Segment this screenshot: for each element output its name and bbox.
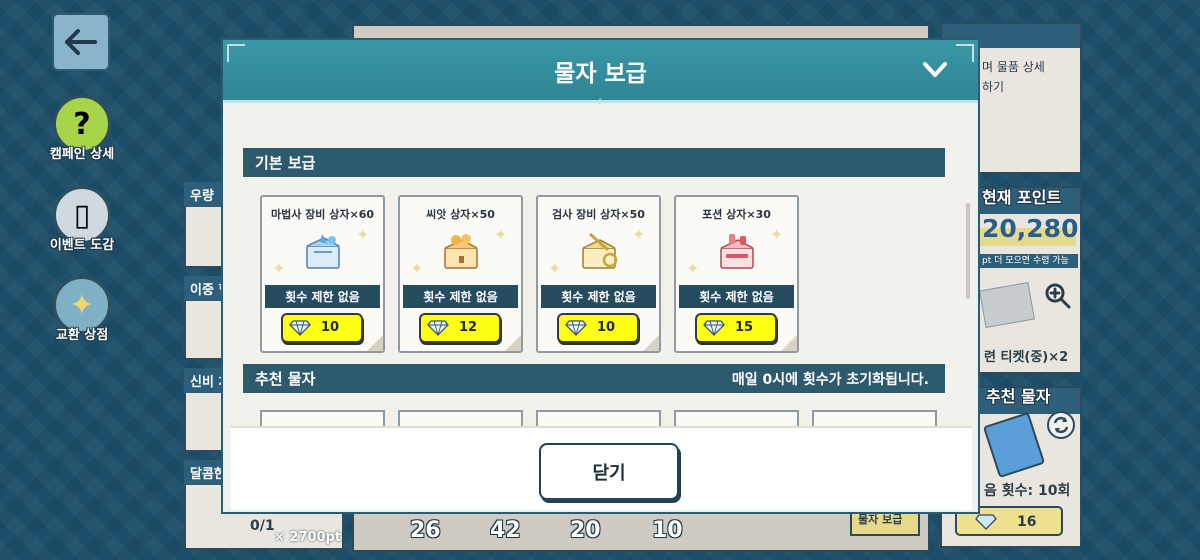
campaign-detail-label: 캠페인 상세 [49, 147, 115, 162]
sparkle-icon: ✦ [548, 259, 562, 278]
section-basic-supply: 기본 보급 [243, 148, 945, 177]
bg-card-2-tab: 이중 협 [184, 276, 224, 301]
recommended-item-card[interactable] [812, 410, 937, 426]
bg-count-3: 20 [570, 518, 601, 543]
bg-claim-count: 0/1 [250, 518, 275, 534]
item-name: 마법사 장비 상자×60 [270, 208, 375, 221]
exchange-shop-label: 교환 상점 [55, 328, 109, 343]
event-collection-label: 이벤트 도감 [49, 238, 115, 253]
supply-item-card[interactable]: 검사 장비 상자×50 ✦ ✦ 횟수 제한 없음 10 [536, 195, 661, 353]
modal-header: 물자 보급 ✦ [223, 40, 978, 109]
bg-card-3-tab: 신비 차 [184, 368, 224, 393]
zoom-in-icon[interactable] [1044, 282, 1072, 310]
bg-recommend-label: 추천 물자 [986, 387, 1051, 406]
bg-count-2: 42 [490, 518, 521, 543]
sparkle-icon: ✦ [272, 259, 286, 278]
section-recommended-supply: 추천 물자 매일 0시에 횟수가 초기화됩니다. [243, 364, 945, 393]
price-value: 15 [735, 320, 754, 335]
event-collection-button[interactable]: ▯ 이벤트 도감 [46, 186, 118, 253]
supply-modal: 물자 보급 ✦ 기본 보급 마법사 장비 상자×60 ✦ ✦ 횟수 제한 없음 [221, 38, 980, 514]
bg-points-note: pt 더 모으면 수령 가능 [978, 254, 1078, 268]
modal-content[interactable]: 기본 보급 마법사 장비 상자×60 ✦ ✦ 횟수 제한 없음 10 씨앗 상자… [231, 104, 968, 426]
diamond-icon [703, 320, 725, 336]
supply-item-card[interactable]: 마법사 장비 상자×60 ✦ ✦ 횟수 제한 없음 10 [260, 195, 385, 353]
price-value: 10 [321, 320, 340, 335]
item-name: 씨앗 상자×50 [426, 208, 495, 221]
card-fold [366, 334, 383, 351]
diamond-icon [565, 320, 587, 336]
recommended-item-card[interactable] [536, 410, 661, 426]
price-button[interactable]: 15 [695, 313, 777, 343]
price-value: 12 [459, 320, 478, 335]
section-basic-title: 기본 보급 [255, 154, 316, 172]
bg-item-detail-text-2: 하기 [982, 80, 1005, 94]
card-fold [780, 334, 797, 351]
close-button[interactable]: 닫기 [539, 443, 679, 500]
recommended-item-card[interactable] [398, 410, 523, 426]
recommended-item-card[interactable] [674, 410, 799, 426]
bg-refresh-cost-value: 16 [1017, 514, 1037, 530]
price-button[interactable]: 10 [281, 313, 363, 343]
modal-footer: 닫기 [231, 426, 972, 510]
exchange-shop-button[interactable]: ✦ 교환 상점 [46, 276, 118, 343]
section-recommended-title: 추천 물자 [255, 370, 316, 388]
purchase-limit-label: 횟수 제한 없음 [403, 285, 518, 308]
refresh-icon[interactable] [1046, 410, 1076, 440]
reset-notice: 매일 0시에 횟수가 초기화됩니다. [731, 371, 929, 388]
sparkle-icon: ✦ [632, 225, 646, 244]
sparkle-icon: ✦ [410, 259, 424, 278]
bg-ticket-label: 련 티켓(중)×2 [984, 350, 1069, 365]
diamond-icon [289, 320, 311, 336]
purchase-limit-label: 횟수 제한 없음 [679, 285, 794, 308]
seed-box-icon [444, 234, 478, 269]
bg-card-1-tab: 우량 [184, 182, 224, 207]
swordsman-equipment-box-icon [582, 232, 618, 269]
price-button[interactable]: 10 [557, 313, 639, 343]
bg-item-detail-text-1: 며 물품 상세 [982, 60, 1045, 74]
content-scrollbar[interactable] [966, 203, 970, 299]
sparkle-icon: ✦ [494, 225, 508, 244]
bg-count-1: 26 [410, 518, 441, 543]
sparkle-icon: ✦ [686, 259, 700, 278]
supply-item-card[interactable]: 포션 상자×30 ✦ ✦ 횟수 제한 없음 15 [674, 195, 799, 353]
price-button[interactable]: 12 [419, 313, 501, 343]
campaign-detail-button[interactable]: ? 캠페인 상세 [46, 95, 118, 162]
arrow-left-icon [65, 29, 97, 55]
modal-title: 물자 보급 [554, 61, 647, 87]
bg-refresh-count: 음 횟수: 10회 [984, 483, 1071, 499]
card-fold [504, 334, 521, 351]
purchase-limit-label: 횟수 제한 없음 [541, 285, 656, 308]
diamond-icon [427, 320, 449, 336]
recommended-item-card[interactable] [260, 410, 385, 426]
potion-box-icon [720, 234, 754, 269]
bg-points-value: 20,280 [982, 214, 1079, 243]
bg-count-4: 10 [652, 518, 683, 543]
chevron-down-icon[interactable] [922, 58, 948, 82]
wizard-equipment-box-icon [306, 234, 340, 269]
purchase-limit-label: 횟수 제한 없음 [265, 285, 380, 308]
back-button[interactable] [52, 13, 110, 71]
bg-current-points-label: 현재 포인트 [982, 188, 1062, 207]
bg-card-4-tab: 달콤한 [184, 460, 224, 485]
card-fold [642, 334, 659, 351]
item-name: 포션 상자×30 [702, 208, 771, 221]
bg-claim-cost: × 2700pt [274, 530, 342, 545]
item-name: 검사 장비 상자×50 [552, 208, 645, 221]
sparkle-icon: ✦ [770, 225, 784, 244]
price-value: 10 [597, 320, 616, 335]
diamond-icon [975, 514, 997, 530]
supply-item-card[interactable]: 씨앗 상자×50 ✦ ✦ 횟수 제한 없음 12 [398, 195, 523, 353]
sparkle-icon: ✦ [356, 225, 370, 244]
